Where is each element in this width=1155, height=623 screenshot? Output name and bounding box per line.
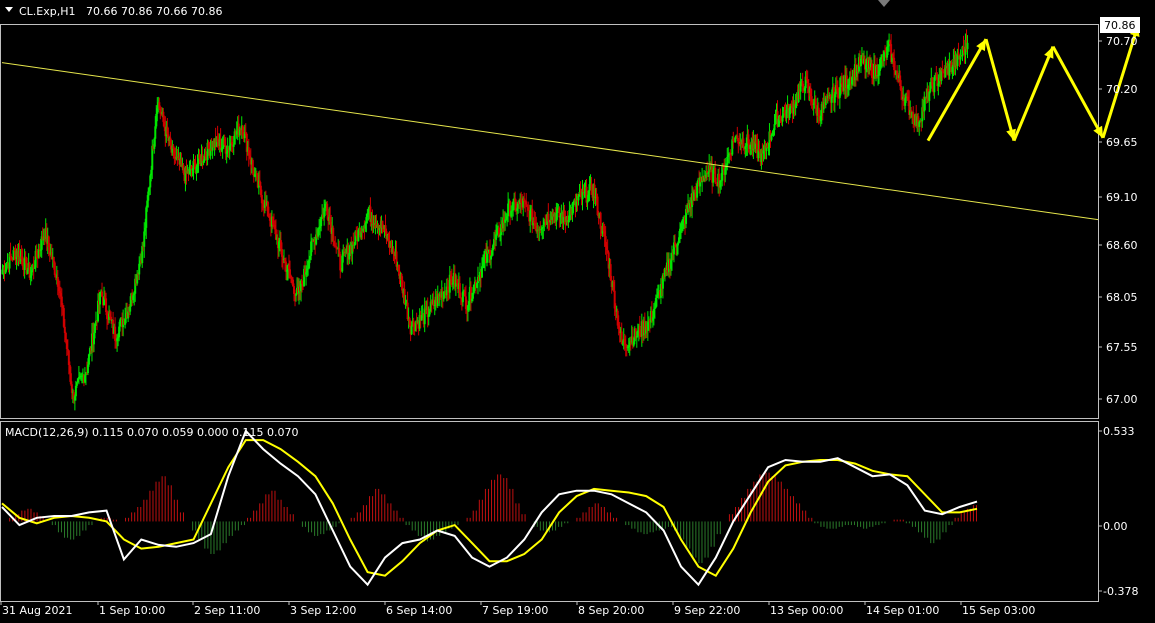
candle-bull: [577, 196, 580, 201]
candle-bear: [339, 254, 342, 271]
ohlc-values: 70.66 70.86 70.66 70.86: [86, 5, 222, 18]
candle-bull: [948, 63, 951, 76]
candle-bear: [736, 135, 739, 139]
chart-window: 70.70 70.20 69.65 69.10 68.60 68.05 67.55 67.00…: [0, 0, 1155, 620]
candle-bull: [507, 203, 510, 217]
time-tick-label: 2 Sep 11:00: [194, 604, 260, 617]
candle-bear: [251, 160, 254, 169]
price-tick-label: 67.00: [1106, 393, 1138, 406]
time-tick-label: 1 Sep 10:00: [99, 604, 165, 617]
candle-bull: [966, 42, 969, 50]
macd-header: MACD(12,26,9) 0.115 0.070 0.059 0.000 0.…: [5, 426, 298, 439]
candle-bull: [918, 121, 921, 127]
macd-tick-label: 0.533: [1103, 425, 1135, 438]
candle-bull: [75, 382, 78, 386]
candle-bear: [392, 248, 395, 255]
candle-bull: [773, 124, 776, 130]
candle-bull: [119, 319, 122, 327]
candle-bear: [64, 332, 67, 341]
chart-background: [0, 0, 1155, 620]
candle-bull: [232, 144, 235, 147]
candle-bull: [129, 306, 132, 312]
time-tick-label: 7 Sep 19:00: [482, 604, 548, 617]
price-tick-label: 68.60: [1106, 239, 1138, 252]
candle-bull: [295, 294, 298, 296]
time-tick-label: 15 Sep 03:00: [962, 604, 1035, 617]
time-tick-label: 6 Sep 14:00: [386, 604, 452, 617]
time-tick-label: 3 Sep 12:00: [290, 604, 356, 617]
time-tick-label: 8 Sep 20:00: [578, 604, 644, 617]
price-tick-label: 68.05: [1106, 291, 1138, 304]
price-tick-label: 69.65: [1106, 136, 1138, 149]
candle-bull: [320, 218, 323, 227]
macd-tick-label: -0.378: [1103, 585, 1138, 598]
macd-tick-label: 0.00: [1103, 520, 1128, 533]
candle-bull: [696, 184, 699, 198]
candle-bull: [556, 209, 559, 213]
candle-bull: [410, 326, 413, 335]
current-price-text: 70.86: [1104, 19, 1136, 32]
candle-bull: [859, 58, 862, 67]
candle-bear: [547, 213, 550, 222]
price-tick-label: 69.10: [1106, 191, 1138, 204]
candle-bear: [101, 291, 104, 297]
price-tick-label: 70.20: [1106, 83, 1138, 96]
price-tick-label: 70.70: [1106, 35, 1138, 48]
candle-bear: [814, 98, 817, 106]
candle-bear: [525, 201, 528, 205]
current-price-label: 70.86: [1100, 17, 1140, 33]
candle-bear: [957, 52, 960, 55]
candle-bear: [332, 227, 335, 241]
chart-header: CL.Exp,H1 70.66 70.86 70.66 70.86: [5, 5, 222, 18]
time-tick-label: 13 Sep 00:00: [770, 604, 843, 617]
time-tick-label: 31 Aug 2021: [2, 604, 72, 617]
time-axis: 31 Aug 2021 1 Sep 10:00 2 Sep 11:00 3 Sep 1…: [0, 601, 1035, 617]
price-tick-label: 67.55: [1106, 341, 1138, 354]
chart-canvas: 70.70 70.20 69.65 69.10 68.60 68.05 67.55 67.00…: [0, 0, 1155, 620]
time-tick-label: 14 Sep 01:00: [866, 604, 939, 617]
candle-bear: [53, 262, 56, 275]
symbol-label: CL.Exp,H1: [19, 5, 76, 18]
candle-bear: [742, 138, 745, 147]
candle-bull: [428, 311, 431, 315]
time-tick-label: 9 Sep 22:00: [674, 604, 740, 617]
